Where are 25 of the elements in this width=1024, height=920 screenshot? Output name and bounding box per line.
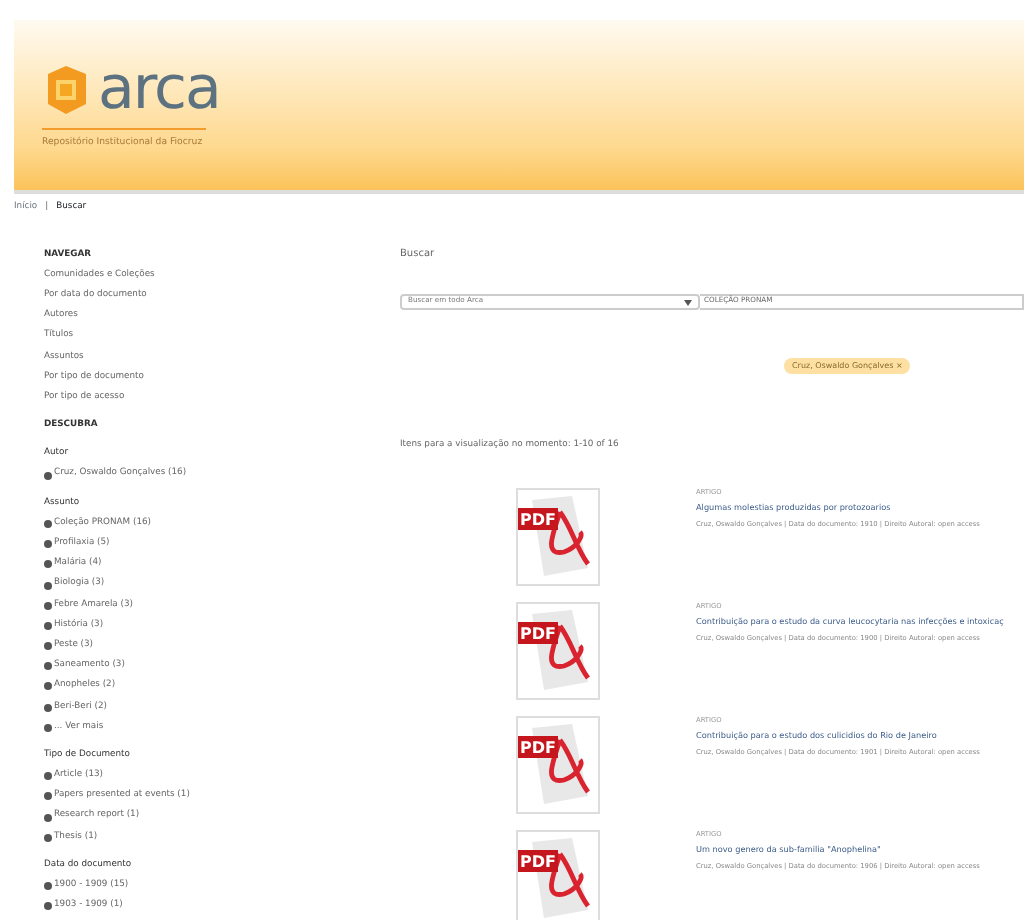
bullet-icon bbox=[44, 519, 52, 528]
pdf-document-icon: PDF bbox=[516, 715, 600, 814]
bullet-icon bbox=[44, 833, 52, 842]
bullet-icon bbox=[44, 471, 52, 480]
bullet-icon bbox=[44, 813, 52, 822]
bullet-icon bbox=[44, 772, 52, 781]
bullet-icon bbox=[44, 662, 52, 671]
bullet-icon bbox=[44, 902, 52, 911]
pdf-document-icon: PDF bbox=[516, 487, 600, 586]
bullet-icon bbox=[44, 703, 52, 712]
logo-cube-icon bbox=[42, 64, 90, 116]
bullet-icon bbox=[44, 682, 52, 691]
bullet-icon bbox=[44, 792, 52, 801]
bullet-icon bbox=[44, 560, 52, 569]
bullet-icon bbox=[44, 540, 52, 549]
chevron-down-icon bbox=[684, 299, 692, 306]
pdf-document-icon: PDF bbox=[516, 601, 600, 700]
bullet-icon bbox=[44, 882, 52, 891]
bullet-icon bbox=[44, 723, 52, 732]
bullet-icon bbox=[44, 642, 52, 651]
bullet-icon bbox=[44, 621, 52, 630]
bullet-icon bbox=[44, 601, 52, 610]
logo-text: arca bbox=[98, 60, 220, 120]
pdf-document-icon: PDF bbox=[516, 829, 600, 920]
bullet-icon bbox=[44, 581, 52, 590]
